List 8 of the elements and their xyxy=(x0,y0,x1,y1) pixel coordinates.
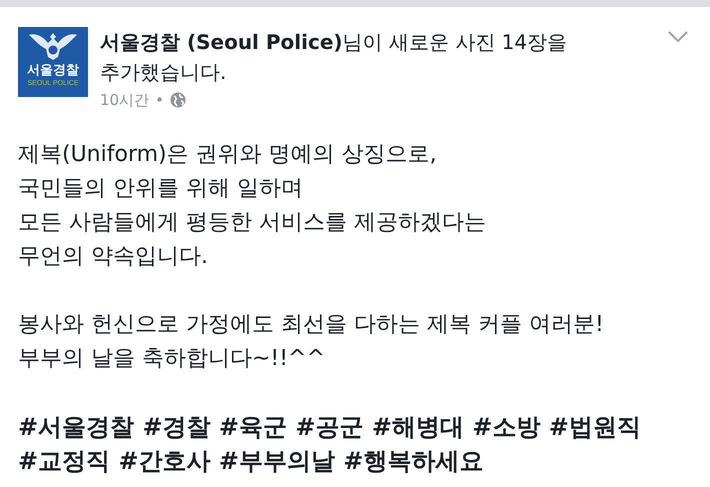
separator: • xyxy=(155,90,164,111)
chevron-down-icon[interactable] xyxy=(668,31,688,43)
post-paragraph: 봉사와 헌신으로 가정에도 최선을 다하는 제복 커플 여러분! 부부의 날을 축하합니다~!!^^ xyxy=(18,310,605,372)
logo-text: 서울경찰 xyxy=(27,61,79,79)
globe-icon xyxy=(170,92,186,108)
post-headline: 서울경찰 (Seoul Police)님이 새로운 사진 14장을 추가했습니다. xyxy=(100,29,568,86)
hashtags[interactable]: #서울경찰 #경찰 #육군 #공군 #해병대 #소방 #법원직 #교정직 #간호사 #부부의날 #행복하세요 xyxy=(18,410,692,478)
post-paragraph: 제복(Uniform)은 권위와 명예의 상징으로, 국민들의 안위를 위해 일하며 모든 사람들에게 평등한 서비스를 제공하겠다는 무언의 약속입니다. xyxy=(18,140,487,270)
